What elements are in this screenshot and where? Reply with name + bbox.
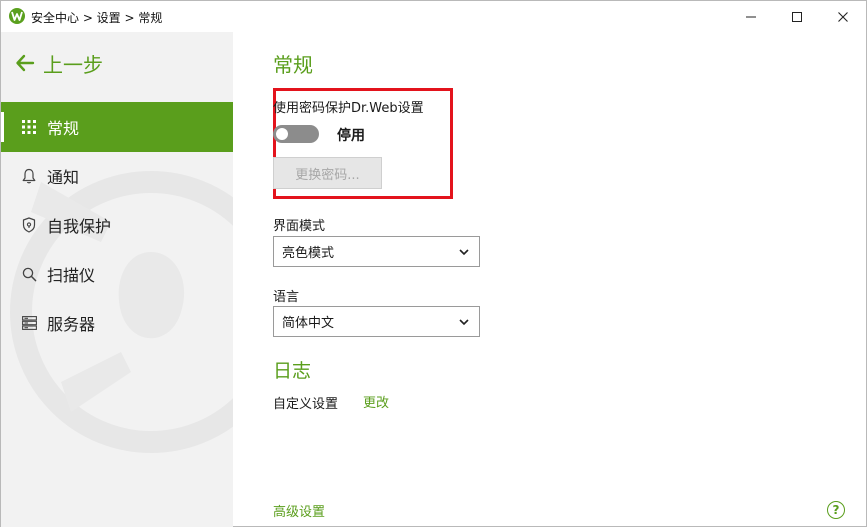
search-icon <box>21 266 37 282</box>
language-value: 简体中文 <box>282 316 335 331</box>
server-icon <box>21 315 37 331</box>
chevron-down-icon <box>459 319 469 326</box>
maximize-button[interactable] <box>774 1 820 32</box>
sidebar-item-notifications[interactable]: 通知 <box>1 151 233 201</box>
page-title: 常规 <box>273 53 313 77</box>
log-change-link[interactable]: 更改 <box>363 392 389 411</box>
change-password-button[interactable]: 更换密码... <box>273 157 382 189</box>
sidebar-item-scanner[interactable]: 扫描仪 <box>1 249 233 299</box>
sidebar-item-label: 通知 <box>47 168 80 187</box>
back-label: 上一步 <box>43 52 103 77</box>
sidebar: 上一步 常规 通知 自我保护 扫描仪 服务器 <box>1 32 233 527</box>
shield-icon <box>21 217 37 233</box>
back-button[interactable]: 上一步 <box>15 49 103 77</box>
minimize-button[interactable] <box>728 1 774 32</box>
grid-icon <box>21 119 37 135</box>
sidebar-item-servers[interactable]: 服务器 <box>1 298 233 348</box>
sidebar-item-label: 自我保护 <box>47 217 112 236</box>
sidebar-item-general[interactable]: 常规 <box>1 102 233 152</box>
bell-icon <box>21 168 37 184</box>
password-protection-toggle[interactable] <box>273 125 319 143</box>
advanced-settings-link[interactable]: 高级设置 <box>273 501 325 520</box>
sidebar-item-label: 扫描仪 <box>47 266 96 285</box>
close-button[interactable] <box>820 1 866 32</box>
drweb-logo-icon <box>9 8 25 24</box>
log-setting-label: 自定义设置 <box>273 397 339 412</box>
language-label: 语言 <box>273 290 300 305</box>
help-icon[interactable]: ? <box>827 501 845 519</box>
log-section-title: 日志 <box>273 360 312 382</box>
toggle-knob <box>276 128 288 140</box>
sidebar-item-label: 常规 <box>47 119 80 138</box>
sidebar-item-self-protection[interactable]: 自我保护 <box>1 200 233 250</box>
arrow-left-icon <box>16 54 35 72</box>
title-bar: 安全中心 > 设置 > 常规 <box>1 1 866 32</box>
ui-mode-value: 亮色模式 <box>282 246 335 261</box>
settings-panel: 常规 使用密码保护Dr.Web设置 停用 更换密码... 界面模式 亮色模式 语… <box>233 32 866 527</box>
language-select[interactable]: 简体中文 <box>273 306 480 337</box>
chevron-down-icon <box>459 249 469 256</box>
window-title: 安全中心 > 设置 > 常规 <box>31 11 163 25</box>
sidebar-item-label: 服务器 <box>47 315 96 334</box>
ui-mode-label: 界面模式 <box>273 219 326 234</box>
toggle-state-label: 停用 <box>337 128 365 144</box>
password-protection-label: 使用密码保护Dr.Web设置 <box>273 101 424 116</box>
ui-mode-select[interactable]: 亮色模式 <box>273 236 480 267</box>
